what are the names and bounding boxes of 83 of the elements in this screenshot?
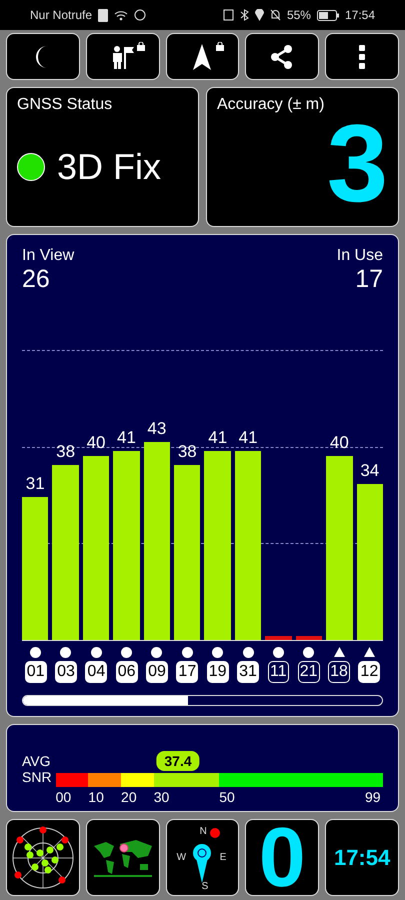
bell-muted-icon [270, 9, 281, 21]
signal-value: 31 [24, 474, 46, 494]
dot-icon [30, 647, 41, 658]
widget-tile[interactable] [6, 819, 80, 896]
in-use-count: 17 [355, 265, 383, 294]
toolbar-button[interactable] [245, 33, 320, 80]
share-icon [270, 44, 294, 68]
dot-icon [90, 647, 102, 658]
scale-tick-label: 20 [121, 789, 137, 805]
location-icon [254, 9, 264, 21]
sim-icon [98, 8, 108, 22]
dot-icon [303, 647, 314, 658]
snr-label: SNR [22, 769, 52, 785]
satellite-id: 17 [176, 661, 198, 684]
signal-value: 38 [55, 442, 76, 462]
card-title: Accuracy (± m) [217, 96, 326, 114]
satellite-id: 11 [268, 661, 289, 684]
fix-status: 3D Fix [57, 146, 162, 188]
compass-north-label: N [200, 826, 207, 837]
compass-needle-icon [192, 842, 212, 882]
dot-icon [212, 647, 224, 658]
accuracy-value: 3 [326, 114, 388, 214]
toolbar-button[interactable] [166, 33, 240, 80]
signal-value: 40 [86, 432, 106, 453]
clock-time: 17:54 [334, 844, 390, 870]
satellite-count: 0 [258, 820, 306, 895]
widget-tile[interactable]: N W E S [166, 819, 240, 896]
average-snr-bubble: 37.4 [156, 751, 200, 771]
satellite-id: 03 [55, 661, 77, 684]
dot-icon [151, 647, 162, 658]
compass-east-label: E [220, 852, 226, 863]
in-view-label: In View [22, 247, 74, 265]
battery-percent: 55% [286, 8, 311, 22]
triangle-icon [364, 647, 376, 658]
scale-tick-label: 30 [154, 789, 170, 805]
satellite-id: 12 [358, 661, 380, 684]
satellite-id: 31 [237, 661, 259, 684]
satellite-id: 21 [298, 661, 320, 684]
scale-tick-label: 99 [364, 789, 381, 805]
dot-icon [182, 647, 193, 658]
satellite-id: 18 [328, 661, 350, 684]
signal-value: 40 [328, 432, 350, 453]
toolbar-button[interactable] [86, 33, 160, 80]
satellite-id: 01 [24, 661, 47, 684]
dot-icon [60, 647, 72, 658]
signal-value: 41 [238, 428, 259, 448]
dot-icon [273, 647, 284, 658]
wifi-icon [114, 9, 128, 21]
toolbar-button[interactable] [325, 33, 399, 80]
satellite-radar-drawing [10, 824, 76, 890]
satellite-dot-icon [210, 828, 220, 838]
signal-value: 41 [116, 428, 137, 448]
signal-value: 34 [359, 460, 380, 481]
compass-south-label: S [202, 881, 208, 892]
scale-tick-label: 50 [219, 789, 235, 805]
in-use-label: In Use [336, 247, 383, 265]
bluetooth-icon [240, 9, 249, 21]
signal-value: 43 [146, 419, 168, 440]
battery-icon [316, 10, 339, 20]
satellite-id: 09 [146, 661, 168, 684]
satellite-id: 06 [116, 661, 138, 684]
status-time: 17:54 [344, 8, 375, 22]
scale-tick-label: 00 [56, 789, 72, 805]
toolbar-button[interactable] [6, 33, 80, 80]
carrier-text: Nur Notrufe [30, 8, 92, 22]
navigation-arrow-icon [193, 44, 212, 70]
card-title: GNSS Status [17, 96, 114, 114]
signal-value: 38 [176, 442, 198, 462]
widget-tile[interactable]: 17:54 [325, 819, 399, 896]
satellite-id: 04 [85, 661, 108, 684]
triangle-icon [334, 647, 345, 658]
scale-tick-label: 10 [88, 789, 104, 805]
world-map-drawing [92, 838, 154, 878]
widget-tile[interactable]: 0 [245, 819, 320, 896]
widget-tile[interactable] [86, 819, 160, 896]
dot-icon [242, 647, 254, 658]
compass-west-label: W [176, 852, 186, 863]
satellite-id: 19 [206, 661, 229, 684]
dot-icon [120, 647, 132, 658]
signal-value: 41 [207, 428, 228, 448]
in-view-count: 26 [22, 265, 50, 294]
avg-label: AVG [22, 753, 52, 769]
more-icon [359, 44, 366, 68]
